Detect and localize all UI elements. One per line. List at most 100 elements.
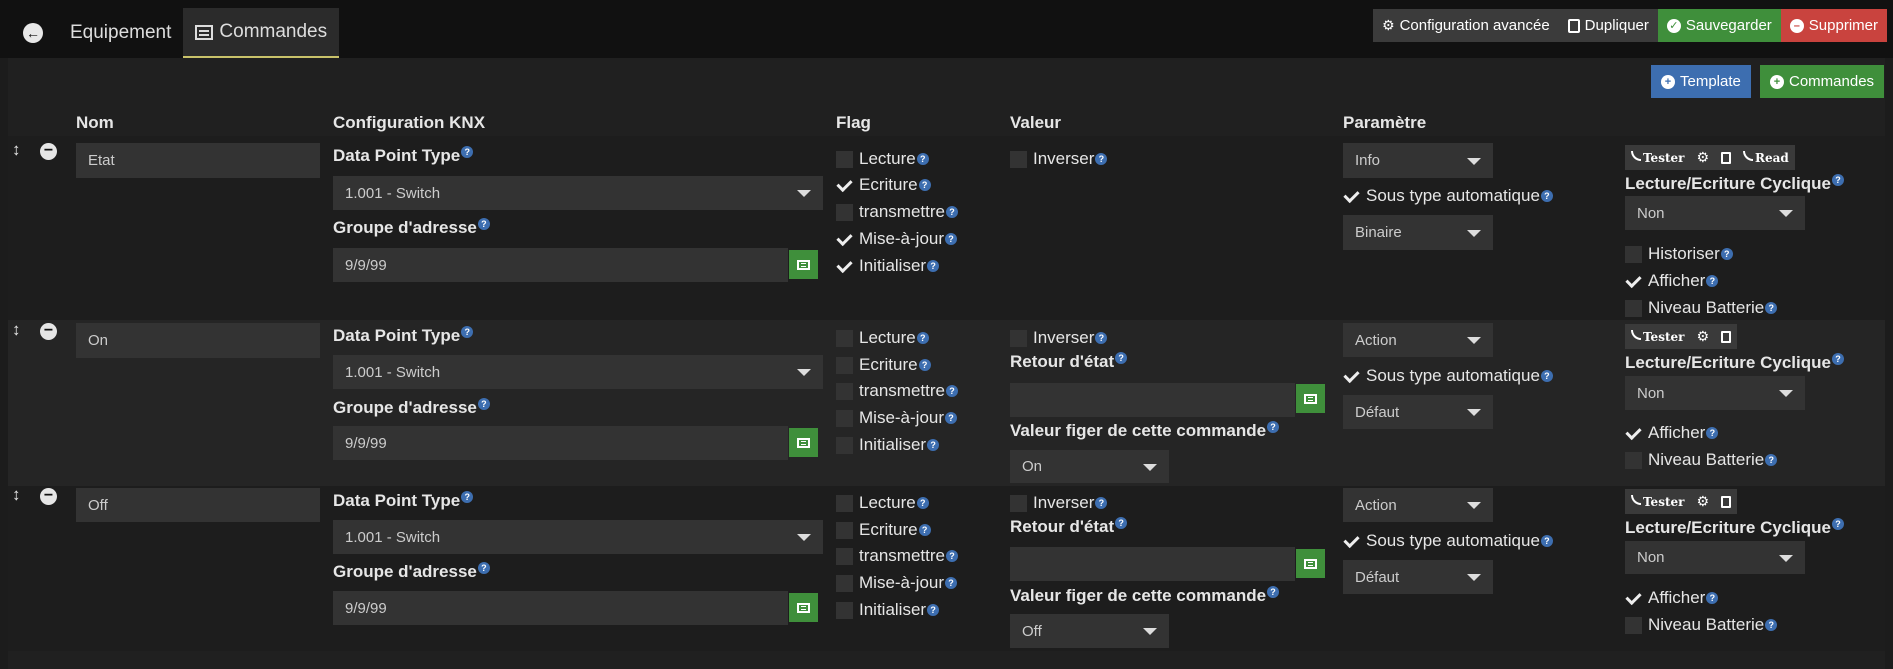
config-button[interactable]: ⚙ bbox=[1690, 324, 1715, 349]
help-icon[interactable]: ? bbox=[927, 439, 940, 451]
tab-equipement[interactable]: Equipement bbox=[58, 8, 183, 58]
checkbox-checked[interactable] bbox=[1343, 188, 1360, 205]
help-icon[interactable]: ? bbox=[1115, 517, 1128, 529]
help-icon[interactable]: ? bbox=[1267, 421, 1280, 433]
type-select[interactable]: Action bbox=[1343, 488, 1493, 522]
drag-handle-icon[interactable]: ↕ bbox=[12, 320, 21, 340]
help-icon[interactable]: ? bbox=[945, 233, 958, 245]
command-name-input[interactable]: Off bbox=[76, 488, 320, 522]
sous-type-auto-checkbox[interactable]: Sous type automatique? bbox=[1343, 531, 1553, 551]
help-icon[interactable]: ? bbox=[1267, 586, 1280, 598]
help-icon[interactable]: ? bbox=[461, 326, 474, 338]
help-icon[interactable]: ? bbox=[1115, 352, 1128, 364]
duplicate-button[interactable]: Dupliquer bbox=[1558, 9, 1658, 42]
retour-list-button[interactable] bbox=[1296, 549, 1325, 578]
checkbox[interactable] bbox=[836, 436, 853, 454]
batterie-checkbox[interactable]: Niveau Batterie? bbox=[1625, 298, 1778, 318]
afficher-checkbox[interactable]: Afficher? bbox=[1625, 423, 1719, 443]
sous-type-auto-checkbox[interactable]: Sous type automatique? bbox=[1343, 186, 1553, 206]
checkbox-checked[interactable] bbox=[836, 258, 853, 275]
help-icon[interactable]: ? bbox=[1540, 190, 1553, 202]
checkbox[interactable] bbox=[1010, 329, 1027, 347]
help-icon[interactable]: ? bbox=[916, 332, 929, 344]
flag-lecture-checkbox[interactable]: Lecture? bbox=[836, 149, 929, 169]
remove-command-button[interactable]: − bbox=[40, 488, 57, 505]
historiser-checkbox[interactable]: Historiser? bbox=[1625, 244, 1733, 264]
group-address-input[interactable]: 9/9/99 bbox=[333, 248, 788, 282]
checkbox[interactable] bbox=[1625, 451, 1642, 469]
read-button[interactable]: Read bbox=[1737, 145, 1795, 170]
tester-button[interactable]: Tester bbox=[1625, 145, 1690, 170]
inverser-checkbox[interactable]: Inverser? bbox=[1010, 328, 1108, 348]
help-icon[interactable]: ? bbox=[1831, 174, 1844, 186]
checkbox-checked[interactable] bbox=[1343, 533, 1360, 550]
cyclique-select[interactable]: Non bbox=[1625, 196, 1805, 230]
help-icon[interactable]: ? bbox=[1720, 248, 1733, 260]
flag-maj-checkbox[interactable]: Mise-à-jour? bbox=[836, 229, 958, 249]
flag-ecriture-checkbox[interactable]: Ecriture? bbox=[836, 520, 931, 540]
back-button[interactable]: ← bbox=[8, 8, 58, 58]
help-icon[interactable]: ? bbox=[1765, 302, 1778, 314]
dpt-select[interactable]: 1.001 - Switch bbox=[333, 355, 823, 389]
flag-maj-checkbox[interactable]: Mise-à-jour? bbox=[836, 573, 958, 593]
checkbox[interactable] bbox=[1010, 150, 1027, 168]
batterie-checkbox[interactable]: Niveau Batterie? bbox=[1625, 615, 1778, 635]
batterie-checkbox[interactable]: Niveau Batterie? bbox=[1625, 450, 1778, 470]
checkbox-checked[interactable] bbox=[1625, 590, 1642, 607]
help-icon[interactable]: ? bbox=[1540, 535, 1553, 547]
advanced-config-button[interactable]: ⚙ Configuration avancée bbox=[1373, 9, 1559, 42]
checkbox[interactable] bbox=[836, 601, 853, 619]
checkbox[interactable] bbox=[1625, 616, 1642, 634]
drag-handle-icon[interactable]: ↕ bbox=[12, 485, 21, 505]
copy-button[interactable] bbox=[1715, 489, 1737, 514]
inverser-checkbox[interactable]: Inverser? bbox=[1010, 149, 1108, 169]
afficher-checkbox[interactable]: Afficher? bbox=[1625, 588, 1719, 608]
help-icon[interactable]: ? bbox=[945, 206, 958, 218]
flag-init-checkbox[interactable]: Initialiser? bbox=[836, 435, 940, 455]
config-button[interactable]: ⚙ bbox=[1690, 145, 1715, 170]
checkbox-checked[interactable] bbox=[1625, 425, 1642, 442]
checkbox[interactable] bbox=[1625, 245, 1642, 263]
retour-etat-input[interactable] bbox=[1010, 383, 1295, 417]
address-list-button[interactable] bbox=[789, 593, 818, 622]
template-button[interactable]: + Template bbox=[1651, 65, 1751, 98]
dpt-select[interactable]: 1.001 - Switch bbox=[333, 176, 823, 210]
flag-transmettre-checkbox[interactable]: transmettre? bbox=[836, 546, 958, 566]
checkbox[interactable] bbox=[836, 329, 853, 347]
help-icon[interactable]: ? bbox=[916, 153, 929, 165]
help-icon[interactable]: ? bbox=[477, 562, 490, 574]
checkbox-checked[interactable] bbox=[836, 231, 853, 248]
figer-select[interactable]: On bbox=[1010, 450, 1169, 483]
checkbox[interactable] bbox=[836, 203, 853, 221]
checkbox[interactable] bbox=[1010, 494, 1027, 512]
help-icon[interactable]: ? bbox=[1095, 497, 1108, 509]
help-icon[interactable]: ? bbox=[927, 260, 940, 272]
checkbox[interactable] bbox=[836, 547, 853, 565]
help-icon[interactable]: ? bbox=[916, 497, 929, 509]
config-button[interactable]: ⚙ bbox=[1690, 489, 1715, 514]
help-icon[interactable]: ? bbox=[927, 604, 940, 616]
help-icon[interactable]: ? bbox=[461, 146, 474, 158]
command-name-input[interactable]: On bbox=[76, 323, 320, 358]
help-icon[interactable]: ? bbox=[1706, 427, 1719, 439]
help-icon[interactable]: ? bbox=[1706, 592, 1719, 604]
cyclique-select[interactable]: Non bbox=[1625, 376, 1805, 410]
flag-lecture-checkbox[interactable]: Lecture? bbox=[836, 328, 929, 348]
flag-init-checkbox[interactable]: Initialiser? bbox=[836, 256, 940, 276]
figer-select[interactable]: Off bbox=[1010, 614, 1169, 648]
help-icon[interactable]: ? bbox=[1831, 518, 1844, 530]
save-button[interactable]: ✓ Sauvegarder bbox=[1657, 9, 1781, 42]
help-icon[interactable]: ? bbox=[945, 412, 958, 424]
subtype-select[interactable]: Binaire bbox=[1343, 215, 1493, 250]
checkbox[interactable] bbox=[836, 382, 853, 400]
help-icon[interactable]: ? bbox=[1765, 454, 1778, 466]
flag-transmettre-checkbox[interactable]: transmettre? bbox=[836, 381, 958, 401]
help-icon[interactable]: ? bbox=[945, 385, 958, 397]
help-icon[interactable]: ? bbox=[1831, 353, 1844, 365]
help-icon[interactable]: ? bbox=[477, 398, 490, 410]
checkbox-checked[interactable] bbox=[1343, 368, 1360, 385]
dpt-select[interactable]: 1.001 - Switch bbox=[333, 520, 823, 554]
address-list-button[interactable] bbox=[789, 250, 818, 279]
type-select[interactable]: Action bbox=[1343, 323, 1493, 357]
checkbox[interactable] bbox=[836, 150, 853, 168]
